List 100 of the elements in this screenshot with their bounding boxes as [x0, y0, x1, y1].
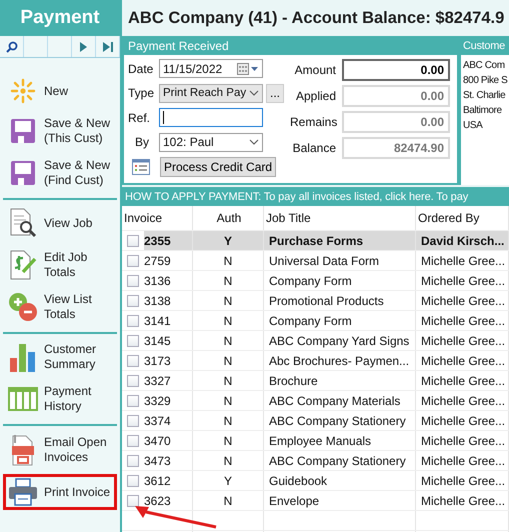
table-cell: Michelle Gree... — [421, 254, 506, 268]
type-dropdown[interactable]: Print Reach Pay — [159, 84, 263, 103]
table-cell: N — [224, 434, 232, 448]
table-cell: ABC Company Stationery — [269, 414, 406, 428]
table-row[interactable]: 3136 N Company Form Michelle Gree... — [122, 271, 509, 291]
checkbox[interactable] — [127, 434, 139, 446]
field-label: Remains — [290, 115, 336, 129]
column-header[interactable]: Auth — [193, 206, 264, 230]
table-row[interactable]: 2759 N Universal Data Form Michelle Gree... — [122, 251, 509, 271]
table-row[interactable]: 3623 N Envelope Michelle Gree... — [122, 491, 509, 511]
table-cell: Michelle Gree... — [421, 454, 506, 468]
table-row[interactable]: 3470 N Employee Manuals Michelle Gree... — [122, 431, 509, 451]
checkbox[interactable] — [127, 314, 139, 326]
table-cell: 3136 — [144, 274, 171, 288]
checkbox[interactable] — [127, 374, 139, 386]
table-cell: 3329 — [144, 394, 171, 408]
sidebar-item[interactable]: Save & New (This Cust) — [3, 112, 117, 150]
checkbox[interactable] — [127, 354, 139, 366]
more-button[interactable]: ... — [266, 84, 284, 103]
checkbox[interactable] — [127, 334, 139, 346]
sidebar-item[interactable]: Email Open Invoices — [3, 430, 117, 470]
checkbox[interactable] — [127, 414, 139, 426]
table-cell: Michelle Gree... — [421, 474, 506, 488]
table-cell: 3374 — [144, 414, 171, 428]
checkbox[interactable] — [127, 234, 139, 246]
sidebar-item[interactable]: New — [3, 74, 117, 108]
table-cell: N — [224, 254, 232, 268]
sidebar-item[interactable]: Print Invoice — [3, 474, 117, 510]
table-cell: Abc Brochures- Paymen... — [269, 354, 410, 368]
table-cell: N — [224, 294, 232, 308]
table-cell: Brochure — [269, 374, 318, 388]
table-row[interactable]: 3327 N Brochure Michelle Gree... — [122, 371, 509, 391]
table-cell: Y — [224, 474, 232, 488]
amount-field: 0.00 — [342, 85, 450, 107]
table-cell: N — [224, 274, 232, 288]
sidebar-item[interactable]: Save & New (Find Cust) — [3, 154, 117, 192]
table-row[interactable]: 3473 N ABC Company Stationery Michelle Gree... — [122, 451, 509, 471]
document-dollar-icon — [8, 250, 38, 280]
table-row[interactable]: 3138 N Promotional Products Michelle Gree... — [122, 291, 509, 311]
chevron-down-icon — [249, 90, 259, 96]
table-cell: N — [224, 334, 232, 348]
checkbox[interactable] — [127, 454, 139, 466]
column-header[interactable]: Ordered By — [416, 206, 509, 230]
table-cell: Envelope — [269, 494, 320, 508]
checkbox[interactable] — [127, 474, 139, 486]
table-cell: N — [224, 314, 232, 328]
checkbox[interactable] — [127, 274, 139, 286]
table-cell: Michelle Gree... — [421, 354, 506, 368]
table-cell: 3327 — [144, 374, 171, 388]
table-cell: N — [224, 494, 232, 508]
checkbox[interactable] — [127, 494, 139, 506]
table-row[interactable]: 3329 N ABC Company Materials Michelle Gree... — [122, 391, 509, 411]
ref-field[interactable] — [159, 108, 263, 128]
table-cell: Michelle Gree... — [421, 334, 506, 348]
address-line: 800 Pike S — [463, 74, 508, 88]
process-credit-card-button[interactable]: Process Credit Card — [160, 156, 276, 177]
table-cell: 3473 — [144, 454, 171, 468]
amount-field[interactable]: 0.00 — [342, 59, 450, 81]
table-cell: N — [224, 374, 232, 388]
column-header[interactable]: Invoice — [122, 206, 193, 230]
table-cell: 2355 — [144, 234, 171, 248]
table-cell: ABC Company Yard Signs — [269, 334, 410, 348]
table-cell: 3470 — [144, 434, 171, 448]
text-cursor — [163, 111, 164, 124]
date-field[interactable]: 11/15/2022 — [159, 59, 263, 78]
table-row[interactable]: 3141 N Company Form Michelle Gree... — [122, 311, 509, 331]
by-dropdown[interactable]: 102: Paul — [159, 132, 263, 152]
table-cell: Purchase Forms — [269, 234, 364, 248]
field-label: Balance — [292, 141, 336, 155]
sidebar-item[interactable]: Edit Job Totals — [3, 246, 117, 284]
field-label: Type — [128, 86, 156, 100]
sidebar-item[interactable]: View Job — [3, 204, 117, 242]
field-label: Date — [128, 62, 154, 76]
table-row[interactable]: 3374 N ABC Company Stationery Michelle Gree... — [122, 411, 509, 431]
printer-icon — [8, 478, 38, 506]
panel-header: Payment Received — [124, 36, 457, 55]
table-row[interactable]: 3173 N Abc Brochures- Paymen... Michelle Gree... — [122, 351, 509, 371]
table-cell: David Kirsch... — [421, 234, 504, 248]
play-icon — [80, 42, 87, 52]
checkbox[interactable] — [127, 254, 139, 266]
address-line: St. Charlie — [463, 89, 506, 103]
sidebar-item[interactable]: Customer Summary — [3, 338, 117, 376]
document-magnifier-icon — [8, 208, 38, 238]
table-row[interactable]: 2355 Y Purchase Forms David Kirsch... — [122, 231, 509, 251]
table-cell: N — [224, 394, 232, 408]
table-row[interactable]: 3612 Y Guidebook Michelle Gree... — [122, 471, 509, 491]
column-header[interactable]: Job Title — [264, 206, 416, 230]
table-cell: Company Form — [269, 274, 352, 288]
bar-chart-icon — [8, 342, 38, 372]
checkbox[interactable] — [127, 294, 139, 306]
field-label: By — [134, 135, 150, 150]
amount-field: 82474.90 — [342, 137, 450, 159]
sidebar-title: Payment — [0, 0, 120, 36]
table-row[interactable]: 3145 N ABC Company Yard Signs Michelle Gree... — [122, 331, 509, 351]
checkbox[interactable] — [127, 394, 139, 406]
sidebar-item[interactable]: View List Totals — [3, 288, 117, 326]
sidebar-item[interactable]: Payment History — [3, 380, 117, 418]
table-cell: N — [224, 454, 232, 468]
calendar-icon — [237, 62, 259, 75]
table-cell: N — [224, 354, 232, 368]
